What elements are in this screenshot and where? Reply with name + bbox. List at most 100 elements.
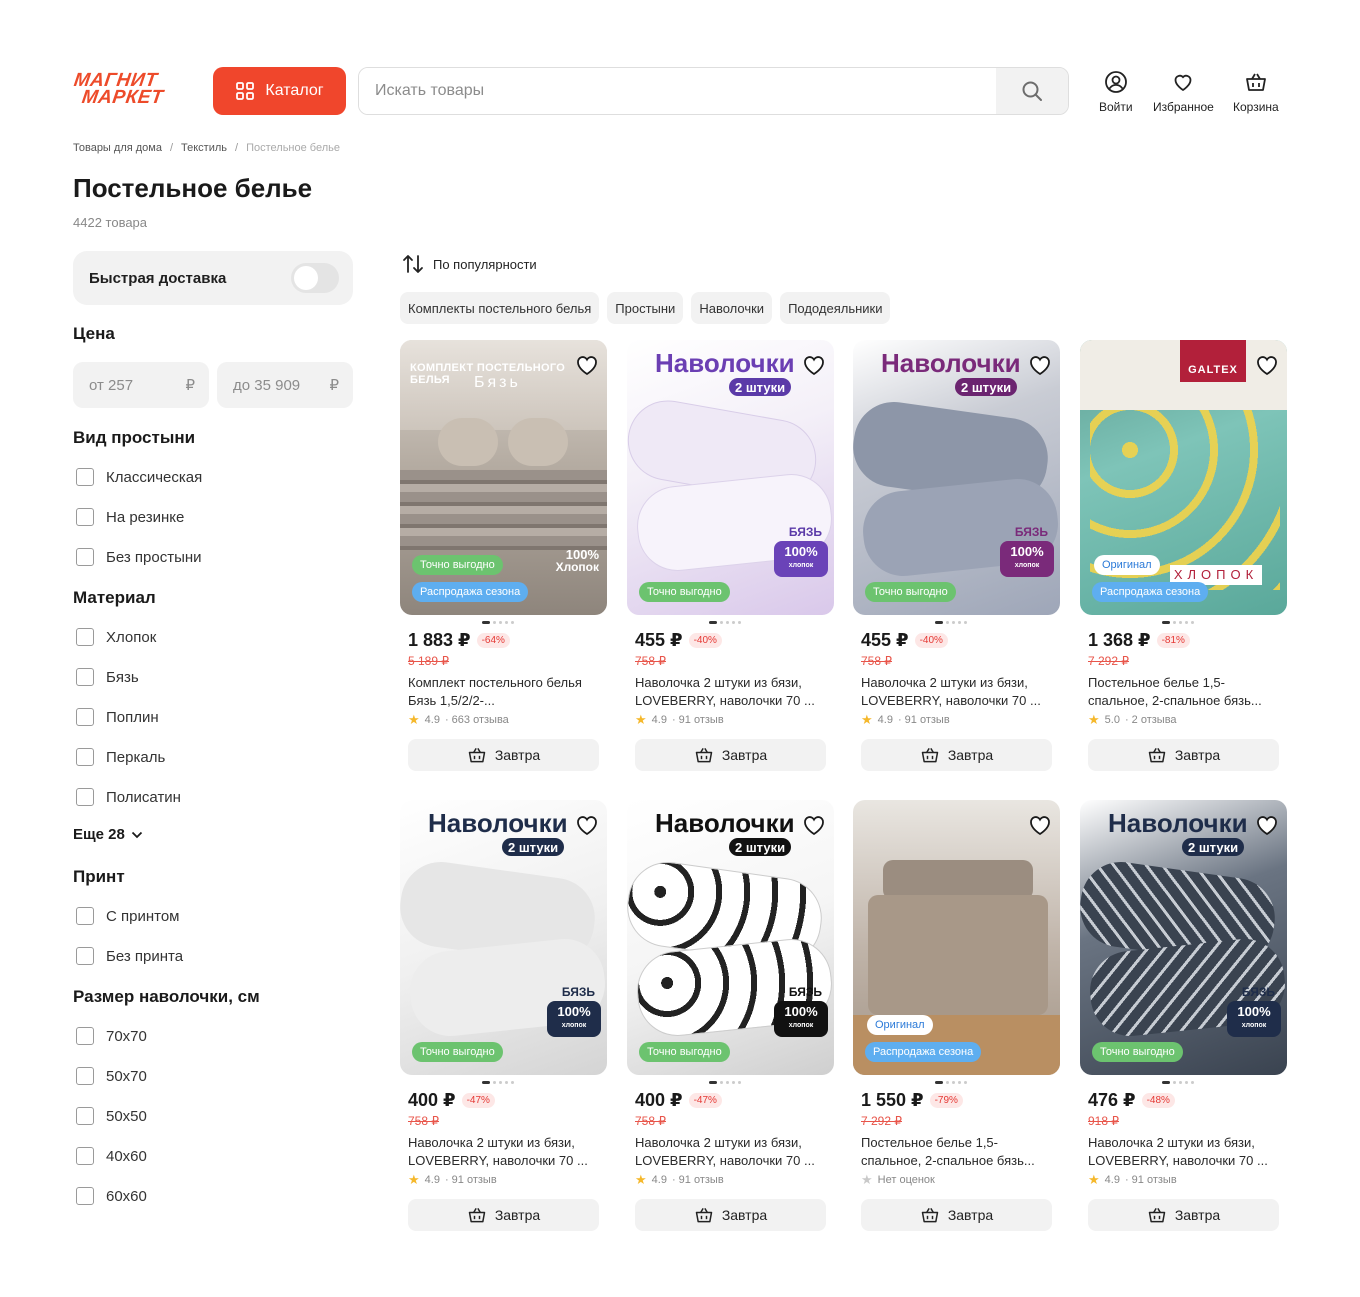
checkbox[interactable] [76, 628, 94, 646]
calico-label: БЯЗЬ [1241, 985, 1275, 999]
checkbox[interactable] [76, 1107, 94, 1125]
checkbox[interactable] [76, 508, 94, 526]
checkbox[interactable] [76, 788, 94, 806]
review-count[interactable]: · 91 отзыв [1125, 1174, 1177, 1186]
chip-duvet-covers[interactable]: Пододеяльники [780, 292, 891, 324]
review-count[interactable]: · 91 отзыв [672, 1174, 724, 1186]
checkbox[interactable] [76, 1187, 94, 1205]
catalog-button[interactable]: Каталог [213, 67, 346, 115]
old-price: 7 292 ₽ [1088, 654, 1129, 668]
favorite-button[interactable] [1255, 814, 1281, 838]
favorites-button[interactable]: Избранное [1153, 70, 1214, 114]
checkbox[interactable] [76, 708, 94, 726]
price-to-input[interactable]: до 35 909 ₽ [217, 362, 353, 408]
favorite-button[interactable] [575, 354, 601, 378]
filter-option-percale[interactable]: Перкаль [76, 748, 165, 766]
checkbox[interactable] [76, 1147, 94, 1165]
filter-option-polysatin[interactable]: Полисатин [76, 788, 181, 806]
favorite-button[interactable] [1028, 354, 1054, 378]
filter-option-no-sheet[interactable]: Без простыни [76, 548, 202, 566]
login-button[interactable]: Войти [1099, 70, 1133, 114]
filter-option-calico[interactable]: Бязь [76, 668, 139, 686]
current-price: 1 550 ₽ [861, 1090, 924, 1110]
show-more-materials-link[interactable]: Еще 28 [73, 826, 143, 843]
filter-option-label: С принтом [106, 907, 180, 925]
product-image[interactable]: GALTEX ХЛОПОК Оригинал Распродажа сезона [1080, 340, 1287, 615]
add-to-cart-button[interactable]: Завтра [408, 739, 599, 771]
checkbox[interactable] [76, 748, 94, 766]
add-to-cart-button[interactable]: Завтра [635, 1199, 826, 1231]
checkbox[interactable] [76, 1067, 94, 1085]
filter-option-40x60[interactable]: 40х60 [76, 1147, 147, 1165]
calico-label: БЯЗЬ [1014, 525, 1048, 539]
magnit-market-logo[interactable]: МАГНИТ МАРКЕТ [73, 70, 192, 112]
product-name[interactable]: Наволочка 2 штуки из бязи, LOVEBERRY, на… [635, 1134, 831, 1170]
filter-option-elastic[interactable]: На резинке [76, 508, 184, 526]
chip-sheets[interactable]: Простыни [607, 292, 684, 324]
fast-delivery-toggle[interactable] [291, 263, 339, 293]
rating: ★ Нет оценок [861, 1172, 935, 1188]
sale-badge: Распродажа сезона [412, 582, 529, 602]
favorite-button[interactable] [1255, 354, 1281, 378]
checkbox[interactable] [76, 907, 94, 925]
chip-pillowcases[interactable]: Наволочки [691, 292, 773, 324]
product-name[interactable]: Постельное белье 1,5-спальное, 2-спально… [1088, 674, 1284, 710]
product-image[interactable]: КОМПЛЕКТ ПОСТЕЛЬНОГО БЕЛЬЯ Бязь 100% Хло… [400, 340, 607, 615]
product-image[interactable]: Наволочки 2 штуки БЯЗЬ 100% хлопок Точно … [1080, 800, 1287, 1075]
sort-dropdown[interactable]: По популярности [402, 254, 537, 274]
search-button[interactable] [996, 68, 1068, 114]
product-name[interactable]: Наволочка 2 штуки из бязи, LOVEBERRY, на… [635, 674, 831, 710]
add-to-cart-button[interactable]: Завтра [635, 739, 826, 771]
heart-icon [1030, 816, 1050, 836]
product-image[interactable]: Наволочки 2 штуки БЯЗЬ 100% хлопок Точно … [627, 800, 834, 1075]
checkbox[interactable] [76, 548, 94, 566]
review-count[interactable]: · 91 отзыв [672, 714, 724, 726]
review-count[interactable]: · 663 отзыва [445, 714, 509, 726]
product-name[interactable]: Постельное белье 1,5-спальное, 2-спально… [861, 1134, 1057, 1170]
filter-option-60x60[interactable]: 60х60 [76, 1187, 147, 1205]
product-name[interactable]: Наволочка 2 штуки из бязи, LOVEBERRY, на… [408, 1134, 604, 1170]
product-image[interactable]: Наволочки 2 штуки БЯЗЬ 100% хлопок Точно … [400, 800, 607, 1075]
review-count[interactable]: · 91 отзыв [445, 1174, 497, 1186]
product-name[interactable]: Комплект постельного белья Бязь 1,5/2/2-… [408, 674, 604, 710]
add-to-cart-button[interactable]: Завтра [1088, 1199, 1279, 1231]
checkbox[interactable] [76, 668, 94, 686]
checkbox[interactable] [76, 468, 94, 486]
favorite-button[interactable] [1028, 814, 1054, 838]
checkbox[interactable] [76, 947, 94, 965]
set-subtitle: Бязь [474, 374, 521, 391]
chip-bedding-sets[interactable]: Комплекты постельного белья [400, 292, 600, 324]
add-to-cart-button[interactable]: Завтра [861, 739, 1052, 771]
breadcrumb-item-home-goods[interactable]: Товары для дома [73, 142, 162, 154]
filter-option-no-print[interactable]: Без принта [76, 947, 183, 965]
favorite-button[interactable] [802, 354, 828, 378]
review-count[interactable]: · 2 отзыва [1125, 714, 1177, 726]
product-image[interactable]: Оригинал Распродажа сезона [853, 800, 1060, 1075]
heart-icon [577, 356, 597, 376]
product-name[interactable]: Наволочка 2 штуки из бязи, LOVEBERRY, на… [861, 674, 1057, 710]
filter-option-cotton[interactable]: Хлопок [76, 628, 156, 646]
search-input[interactable] [359, 68, 996, 114]
discount-badge: -40% [688, 633, 722, 648]
add-to-cart-button[interactable]: Завтра [408, 1199, 599, 1231]
review-count[interactable]: · 91 отзыв [898, 714, 950, 726]
filter-option-50x50[interactable]: 50х50 [76, 1107, 147, 1125]
filter-option-poplin[interactable]: Поплин [76, 708, 159, 726]
price-from-input[interactable]: от 257 ₽ [73, 362, 209, 408]
filter-option-with-print[interactable]: С принтом [76, 907, 179, 925]
filter-option-50x70[interactable]: 50х70 [76, 1067, 147, 1085]
breadcrumb-item-textile[interactable]: Текстиль [181, 142, 227, 154]
filter-option-label: Бязь [106, 668, 139, 686]
favorite-button[interactable] [575, 814, 601, 838]
product-image[interactable]: Наволочки 2 штуки БЯЗЬ 100% хлопок Точно … [853, 340, 1060, 615]
add-to-cart-button[interactable]: Завтра [861, 1199, 1052, 1231]
product-name[interactable]: Наволочка 2 штуки из бязи, LOVEBERRY, на… [1088, 1134, 1284, 1170]
favorite-button[interactable] [802, 814, 828, 838]
cart-button[interactable]: Корзина [1233, 70, 1279, 114]
image-pager-dots [482, 1081, 514, 1084]
product-image[interactable]: Наволочки 2 штуки БЯЗЬ 100% хлопок Точно … [627, 340, 834, 615]
checkbox[interactable] [76, 1027, 94, 1045]
filter-option-70x70[interactable]: 70х70 [76, 1027, 147, 1045]
add-to-cart-button[interactable]: Завтра [1088, 739, 1279, 771]
filter-option-classic[interactable]: Классическая [76, 468, 202, 486]
